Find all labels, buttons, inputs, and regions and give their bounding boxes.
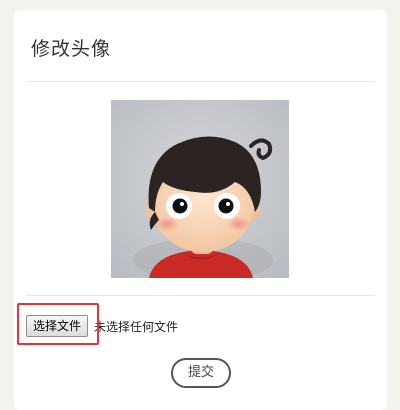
submit-button[interactable]: 提交	[171, 358, 231, 388]
page-title: 修改头像	[31, 38, 112, 60]
annotation-highlight-box	[17, 303, 99, 345]
avatar-preview	[111, 100, 289, 278]
top-divider	[26, 81, 375, 82]
edit-avatar-card: 修改头像 选择文件 未选择任何文件 提交	[14, 10, 387, 410]
cartoon-avatar-image	[111, 100, 289, 278]
bottom-divider	[26, 295, 375, 296]
file-status-text: 未选择任何文件	[94, 319, 179, 334]
